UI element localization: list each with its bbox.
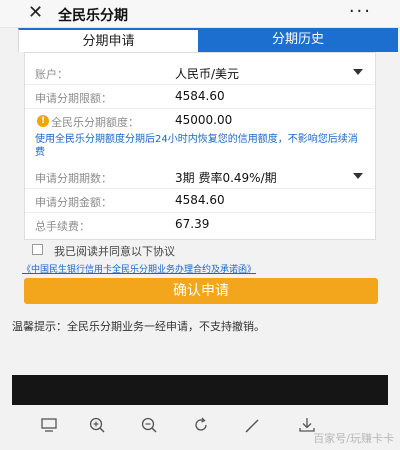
top-bar: ✕ 全民乐分期 ··· — [0, 0, 400, 28]
agree-label: 我已阅读并同意以下协议 — [54, 245, 175, 258]
pen-icon[interactable] — [244, 416, 262, 434]
amount-row: 申请分期金额： 4584.60 — [25, 189, 377, 213]
chevron-down-icon[interactable] — [353, 69, 363, 75]
fee-row: 总手续费： 67.39 — [25, 213, 377, 237]
limit-value: 4584.60 — [175, 89, 225, 103]
periods-value: 3期 费率0.49%/期 — [175, 171, 277, 185]
periods-select[interactable]: 申请分期期数： 3期 费率0.49%/期 — [25, 165, 377, 189]
zoom-in-icon[interactable] — [88, 416, 106, 434]
agree-checkbox[interactable] — [32, 244, 43, 255]
confirm-button[interactable]: 确认申请 — [24, 278, 378, 304]
black-bar — [12, 375, 388, 405]
monitor-icon[interactable] — [40, 416, 58, 434]
tip-text: 温馨提示：全民乐分期业务一经申请，不支持撤销。 — [12, 320, 265, 333]
limit-row: 申请分期限额： 4584.60 — [25, 85, 377, 109]
quota-label: 全民乐分期额度： — [51, 116, 139, 129]
tab-apply[interactable]: 分期申请 — [18, 28, 198, 52]
quota-note: 使用全民乐分期额度分期后24小时内恢复您的信用额度，不影响您后续消费 — [35, 134, 358, 158]
account-select[interactable]: 账户： 人民币/美元 — [25, 61, 377, 85]
more-icon[interactable]: ··· — [349, 1, 372, 22]
fee-value: 67.39 — [175, 217, 210, 231]
rotate-icon[interactable] — [192, 416, 210, 434]
periods-label: 申请分期期数： — [35, 172, 112, 185]
quota-row: 全民乐分期额度： 45000.00 — [25, 109, 377, 133]
watermark: 百家号/玩赚卡卡 — [313, 432, 394, 445]
close-icon[interactable]: ✕ — [28, 3, 43, 23]
amount-label: 申请分期金额： — [35, 196, 112, 209]
account-value: 人民币/美元 — [175, 67, 240, 81]
amount-value: 4584.60 — [175, 193, 225, 207]
tab-bar: 分期申请 分期历史 — [18, 28, 398, 52]
page-title: 全民乐分期 — [58, 8, 128, 24]
limit-label: 申请分期限额： — [35, 92, 112, 105]
tab-history[interactable]: 分期历史 — [198, 28, 398, 52]
account-label: 账户： — [35, 68, 68, 81]
zoom-out-icon[interactable] — [140, 416, 158, 434]
application-form: 账户： 人民币/美元 申请分期限额： 4584.60 ! 全民乐分期额度： 45… — [24, 52, 377, 240]
chevron-down-icon[interactable] — [353, 173, 363, 179]
quota-value: 45000.00 — [175, 113, 233, 127]
agreement-link[interactable]: 《中国民生银行信用卡全民乐分期业务办理合约及承诺函》 — [22, 262, 256, 275]
fee-label: 总手续费： — [35, 220, 90, 233]
